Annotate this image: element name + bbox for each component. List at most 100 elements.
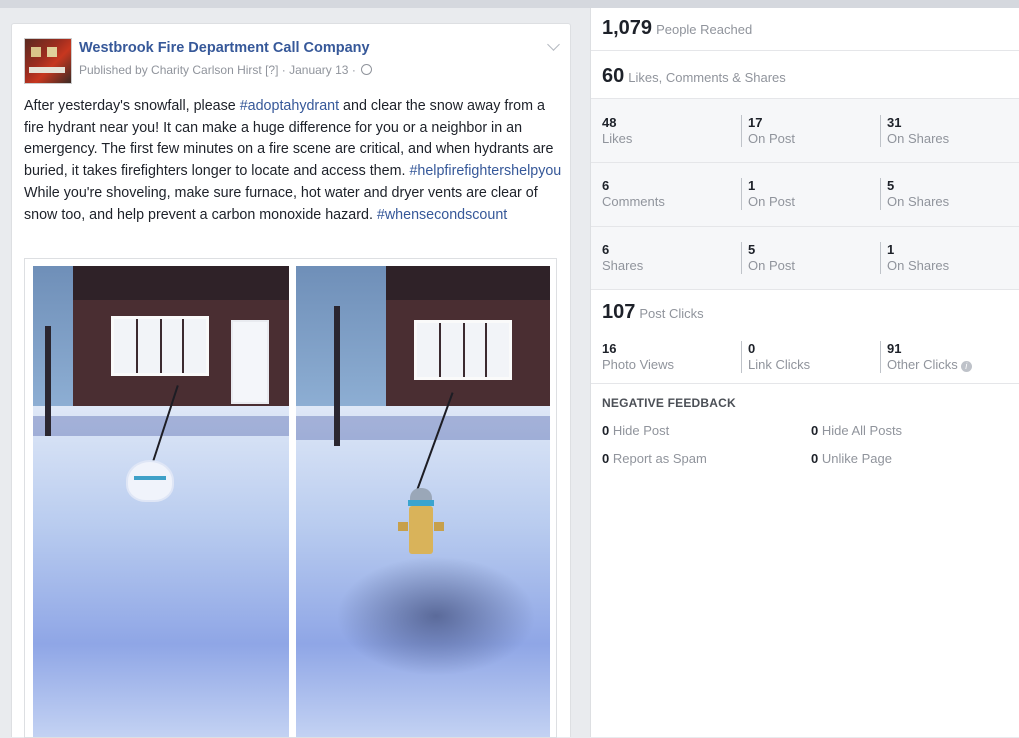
likes-on-shares: 31 On Shares	[880, 115, 949, 147]
browser-top-strip	[0, 0, 1019, 8]
photo-hydrant	[128, 462, 172, 500]
stat-label: Photo Views	[602, 357, 675, 372]
shares-on-post: 5 On Post	[741, 242, 795, 274]
info-icon[interactable]: i	[960, 361, 972, 372]
globe-icon[interactable]	[361, 64, 373, 75]
hashtag-link[interactable]: #helpfirefightershelpyou	[409, 163, 561, 179]
negative-feedback-heading: NEGATIVE FEEDBACK	[602, 396, 736, 410]
stat-value: 0	[811, 423, 819, 438]
stat-label: On Shares	[887, 194, 950, 209]
stat-value: 6	[602, 178, 610, 193]
stat-value: 0	[811, 451, 819, 466]
stat-value: 1	[748, 178, 756, 193]
stat-label: Shares	[602, 258, 644, 273]
photo-window	[111, 316, 209, 376]
photo-dirt	[336, 556, 536, 676]
stat-label: On Post	[748, 258, 795, 273]
date-tail: ·	[348, 63, 360, 77]
people-reached-label: People Reached	[656, 22, 753, 37]
post-meta: Published by Charity Carlson Hirst [?] ·…	[79, 63, 373, 77]
stat-value: 31	[887, 115, 902, 130]
comments-total: 6 Comments	[602, 178, 665, 210]
stat-label: Link Clicks	[748, 357, 811, 372]
post-card: Westbrook Fire Department Call Company P…	[11, 23, 571, 738]
hide-post-stat: 0 Hide Post	[602, 423, 669, 438]
stat-value: 48	[602, 115, 617, 130]
stat-label: Comments	[602, 194, 665, 209]
post-text-part: After yesterday's snowfall, please	[24, 98, 240, 114]
published-prefix: Published by	[79, 63, 152, 77]
photo-tree	[45, 326, 51, 436]
stat-label: Report as Spam	[612, 451, 707, 466]
comments-on-post: 1 On Post	[741, 178, 795, 210]
photo-cleared-hydrant[interactable]	[296, 266, 550, 737]
stat-label: Unlike Page	[821, 451, 892, 466]
chevron-down-icon[interactable]	[547, 38, 560, 51]
stat-label: Other Clicks i	[887, 357, 972, 373]
photo-hydrant	[398, 488, 444, 568]
engagement-total: 60 Likes, Comments & Shares	[602, 65, 786, 88]
stat-label: On Post	[748, 131, 795, 146]
page-name-link[interactable]: Westbrook Fire Department Call Company	[79, 40, 370, 56]
comments-row: 6 Comments 1 On Post 5 On Shares	[591, 163, 1019, 227]
comments-on-shares: 5 On Shares	[880, 178, 949, 210]
post-photos	[24, 258, 557, 738]
other-clicks: 91 Other Clicks i	[880, 341, 972, 373]
people-reached-value: 1,079	[602, 17, 653, 39]
photo-tree	[334, 306, 340, 446]
stat-value: 1	[887, 242, 895, 257]
photo-views: 16 Photo Views	[602, 341, 674, 373]
stat-label: On Shares	[887, 131, 950, 146]
post-clicks-value: 107	[602, 301, 636, 323]
hashtag-link[interactable]: #whensecondscount	[377, 207, 507, 223]
stat-label: Hide All Posts	[821, 423, 903, 438]
engagement-value: 60	[602, 65, 625, 87]
stat-value: 91	[887, 341, 902, 356]
stat-value: 0	[602, 423, 610, 438]
photo-snow	[33, 406, 289, 737]
photo-buried-hydrant[interactable]	[33, 266, 289, 737]
stat-value: 5	[887, 178, 895, 193]
date-separator: ·	[278, 63, 290, 77]
stat-label: Likes	[602, 131, 633, 146]
stat-label: On Post	[748, 194, 795, 209]
hide-all-posts-stat: 0 Hide All Posts	[811, 423, 902, 438]
engagement-label: Likes, Comments & Shares	[628, 70, 786, 85]
likes-total: 48 Likes	[602, 115, 632, 147]
unlike-page-stat: 0 Unlike Page	[811, 451, 892, 466]
engagement-row: 60 Likes, Comments & Shares	[591, 51, 1019, 99]
hashtag-link[interactable]: #adoptahydrant	[240, 98, 339, 114]
photo-door	[231, 320, 269, 404]
link-clicks: 0 Link Clicks	[741, 341, 810, 373]
avatar-detail	[29, 67, 65, 73]
stat-value: 5	[748, 242, 756, 257]
page-avatar[interactable]	[24, 38, 72, 84]
stat-label: On Shares	[887, 258, 950, 273]
publisher-flag[interactable]: [?]	[265, 63, 278, 77]
people-reached-row: 1,079 People Reached	[591, 8, 1019, 51]
stat-value: 6	[602, 242, 610, 257]
stat-value: 17	[748, 115, 763, 130]
stat-value: 0	[602, 451, 610, 466]
shares-row: 6 Shares 5 On Post 1 On Shares	[591, 227, 1019, 290]
report-spam-stat: 0 Report as Spam	[602, 451, 707, 466]
post-text: After yesterday's snowfall, please #adop…	[24, 96, 564, 226]
photo-window	[414, 320, 512, 380]
stat-value: 16	[602, 341, 617, 356]
other-clicks-label: Other Clicks	[887, 357, 958, 372]
post-date-link[interactable]: January 13	[289, 63, 348, 77]
shares-total: 6 Shares	[602, 242, 643, 274]
stat-value: 0	[748, 341, 756, 356]
people-reached: 1,079 People Reached	[602, 17, 752, 40]
publisher-link[interactable]: Charity Carlson Hirst	[151, 63, 262, 77]
shares-on-shares: 1 On Shares	[880, 242, 949, 274]
post-clicks-label: Post Clicks	[639, 306, 704, 321]
likes-row: 48 Likes 17 On Post 31 On Shares	[591, 99, 1019, 163]
post-clicks-total: 107 Post Clicks	[602, 301, 704, 324]
avatar-detail	[47, 47, 57, 57]
avatar-detail	[31, 47, 41, 57]
insights-panel: 1,079 People Reached 60 Likes, Comments & …	[590, 8, 1019, 737]
stat-label: Hide Post	[612, 423, 670, 438]
likes-on-post: 17 On Post	[741, 115, 795, 147]
post-clicks-row: 107 Post Clicks 16 Photo Views 0 Link Click…	[591, 290, 1019, 384]
